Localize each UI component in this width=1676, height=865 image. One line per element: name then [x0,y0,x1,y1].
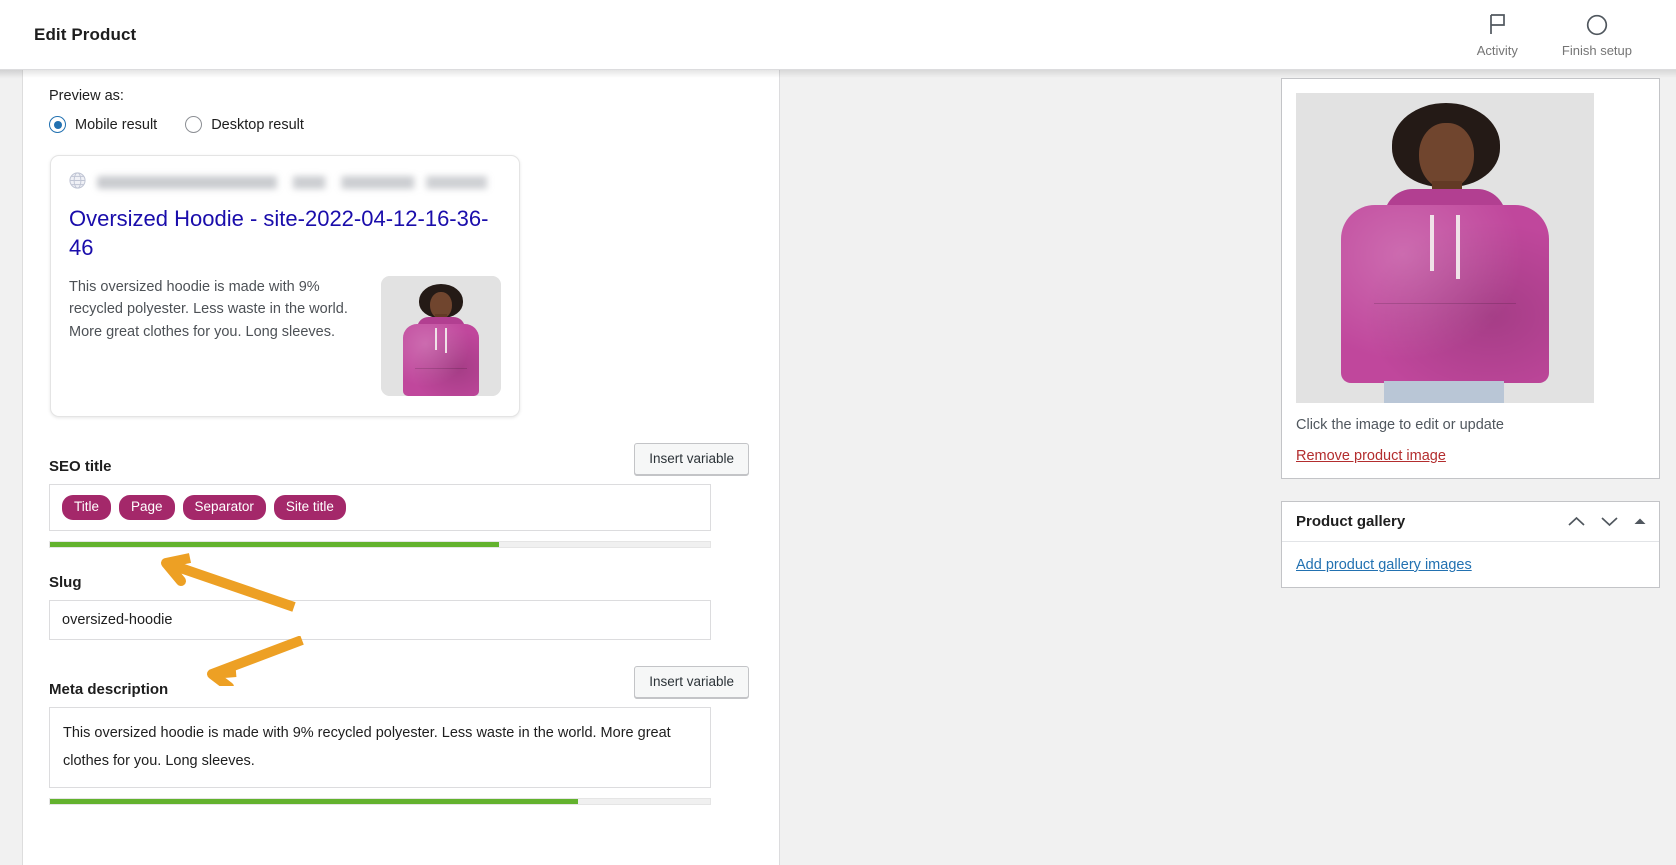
product-gallery-title: Product gallery [1296,513,1406,530]
seo-title-progress-bar [49,540,711,548]
radio-label-mobile: Mobile result [75,116,158,133]
slug-header: Slug [49,574,749,591]
product-image-caption: Click the image to edit or update [1296,417,1504,433]
hoodie-illustration-small [381,275,501,396]
add-product-gallery-images-link[interactable]: Add product gallery images [1296,557,1472,573]
chip-title[interactable]: Title [62,494,112,520]
page-title: Edit Product [34,24,137,44]
top-bar: Edit Product Activity Finish setup [0,0,1676,70]
preview-as-radio-group: Mobile result Desktop result [49,116,749,133]
insert-variable-button-meta-description[interactable]: Insert variable [634,665,749,699]
product-gallery-body: Add product gallery images [1282,542,1659,587]
chip-page[interactable]: Page [119,494,175,520]
globe-icon [69,172,86,192]
insert-variable-button-seo-title[interactable]: Insert variable [634,442,749,475]
serp-url-row [69,172,501,192]
top-bar-actions: Activity Finish setup [1477,12,1652,58]
serp-url-blurred [97,175,501,189]
radio-dot-desktop [185,116,203,133]
radio-dot-mobile [49,116,66,133]
product-image-panel: Click the image to edit or update Remove… [1281,78,1660,479]
seo-title-progress-fill [50,541,499,547]
meta-description-label: Meta description [49,681,169,699]
chip-site-title[interactable]: Site title [273,494,346,520]
product-image[interactable] [1296,93,1594,403]
product-gallery-panel: Product gallery Add product gallery imag… [1281,501,1660,588]
circle-icon [1586,12,1608,38]
chevron-down-icon[interactable] [1600,515,1619,528]
seo-title-input[interactable]: Title Page Separator Site title [49,483,711,531]
serp-title-link[interactable]: Oversized Hoodie - site-2022-04-12-16-36… [69,204,501,263]
product-gallery-header: Product gallery [1282,502,1659,542]
seo-title-variable-chips: Title Page Separator Site title [62,494,346,520]
activity-button[interactable]: Activity [1477,12,1518,58]
meta-description-progress-bar [49,798,711,806]
left-gutter [0,70,22,865]
sidebar-column: Click the image to edit or update Remove… [1281,70,1676,865]
seo-title-header: SEO title Insert variable [49,442,749,475]
remove-product-image-link[interactable]: Remove product image [1296,448,1446,464]
product-gallery-controls [1567,515,1647,528]
chip-separator[interactable]: Separator [182,494,266,520]
seo-editor-column: Preview as: Mobile result Desktop result [23,70,780,865]
serp-thumbnail [381,275,501,396]
radio-desktop-result[interactable]: Desktop result [185,116,304,133]
serp-preview-card[interactable]: Oversized Hoodie - site-2022-04-12-16-36… [50,155,520,417]
meta-description-progress-fill [50,799,578,805]
seo-title-label: SEO title [49,457,112,475]
flag-icon [1488,12,1507,38]
meta-description-header: Meta description Insert variable [49,665,749,699]
finish-setup-label: Finish setup [1561,42,1632,58]
serp-description: This oversized hoodie is made with 9% re… [69,278,348,341]
editor-shell: Preview as: Mobile result Desktop result [0,70,1676,865]
serp-body: This oversized hoodie is made with 9% re… [69,275,501,396]
finish-setup-button[interactable]: Finish setup [1562,12,1632,58]
chevron-up-icon[interactable] [1567,515,1586,528]
meta-description-textarea[interactable]: This oversized hoodie is made with 9% re… [49,707,711,789]
caret-up-icon[interactable] [1633,516,1647,527]
radio-label-desktop: Desktop result [211,116,304,133]
slug-input[interactable]: oversized-hoodie [49,599,711,640]
activity-label: Activity [1476,42,1518,58]
radio-mobile-result[interactable]: Mobile result [49,116,157,133]
middle-spacer-column [781,70,1281,865]
slug-label: Slug [49,573,82,591]
product-image-panel-body: Click the image to edit or update Remove… [1282,79,1659,478]
hoodie-illustration-large [1296,93,1594,403]
preview-as-label: Preview as: [49,88,124,104]
